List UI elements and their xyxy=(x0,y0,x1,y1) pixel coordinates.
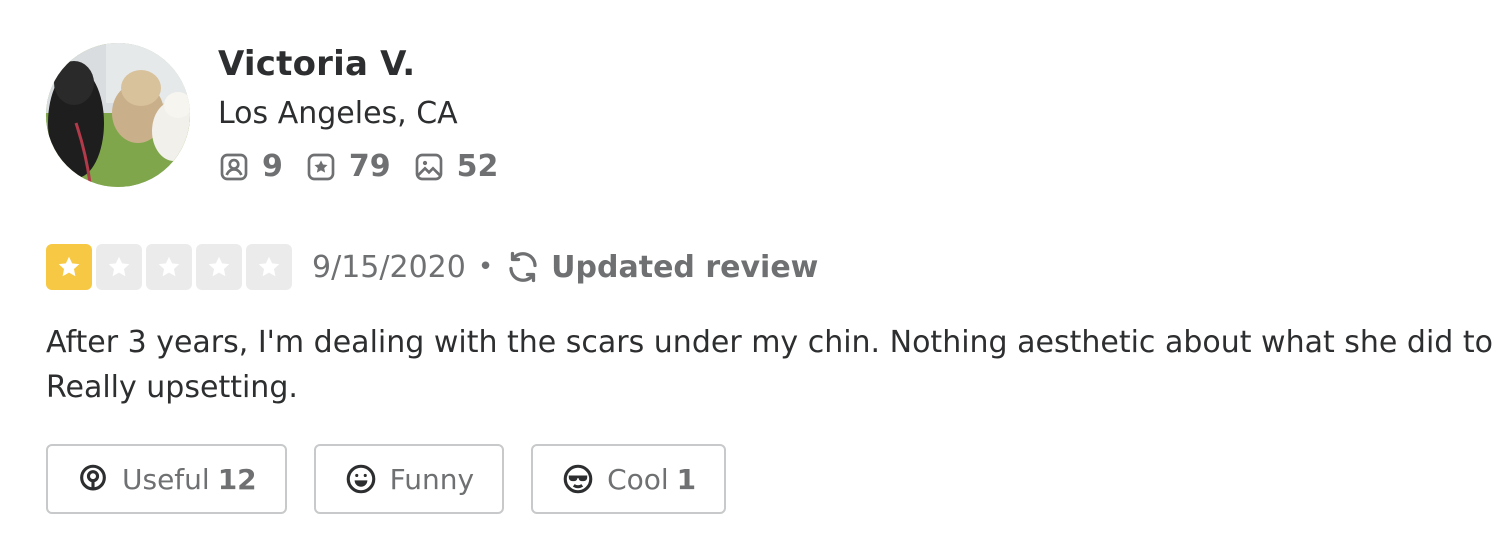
star-icon xyxy=(258,256,280,277)
rating-row: 9/15/2020 • Updated review xyxy=(46,244,818,290)
photos-stat: 52 xyxy=(413,149,499,184)
star-icon xyxy=(208,256,230,277)
user-location: Los Angeles, CA xyxy=(218,96,458,131)
friends-stat: 9 xyxy=(218,149,283,184)
star-rating xyxy=(46,244,296,290)
user-name[interactable]: Victoria V. xyxy=(218,44,415,84)
star-4 xyxy=(196,244,242,290)
star-icon xyxy=(108,256,130,277)
sunglasses-icon xyxy=(563,464,593,494)
review-text: After 3 years, I'm dealing with the scar… xyxy=(46,320,1496,410)
lightbulb-icon xyxy=(80,464,106,491)
separator-dot: • xyxy=(477,252,494,282)
reviews-icon xyxy=(307,153,335,180)
review-line-2: Really upsetting. xyxy=(46,370,298,405)
updated-review-link[interactable]: Updated review xyxy=(551,250,818,285)
smile-icon xyxy=(346,464,375,494)
cool-label: Cool xyxy=(607,462,669,496)
reaction-buttons: Useful 12 Funny Cool 1 xyxy=(46,444,753,514)
useful-button[interactable]: Useful 12 xyxy=(46,444,287,514)
friends-icon xyxy=(220,153,248,180)
star-3 xyxy=(146,244,192,290)
star-1 xyxy=(46,244,92,290)
friends-count: 9 xyxy=(262,149,283,184)
refresh-icon xyxy=(509,251,537,283)
review-date: 9/15/2020 xyxy=(312,249,466,285)
star-icon xyxy=(158,256,180,277)
user-avatar[interactable] xyxy=(46,43,190,187)
review-line-1: After 3 years, I'm dealing with the scar… xyxy=(46,325,1496,360)
reviews-count: 79 xyxy=(348,149,391,184)
photos-icon xyxy=(415,153,442,180)
user-stats: 9 79 52 xyxy=(218,149,520,184)
useful-count: 12 xyxy=(217,462,257,496)
funny-button[interactable]: Funny xyxy=(313,444,505,514)
funny-label: Funny xyxy=(389,462,475,496)
star-5 xyxy=(246,244,292,290)
cool-count: 1 xyxy=(676,462,697,496)
photos-count: 52 xyxy=(456,149,499,184)
useful-label: Useful xyxy=(122,462,210,496)
cool-button[interactable]: Cool 1 xyxy=(531,444,727,514)
star-icon xyxy=(58,256,80,277)
star-2 xyxy=(96,244,142,290)
reviews-stat: 79 xyxy=(305,149,391,184)
